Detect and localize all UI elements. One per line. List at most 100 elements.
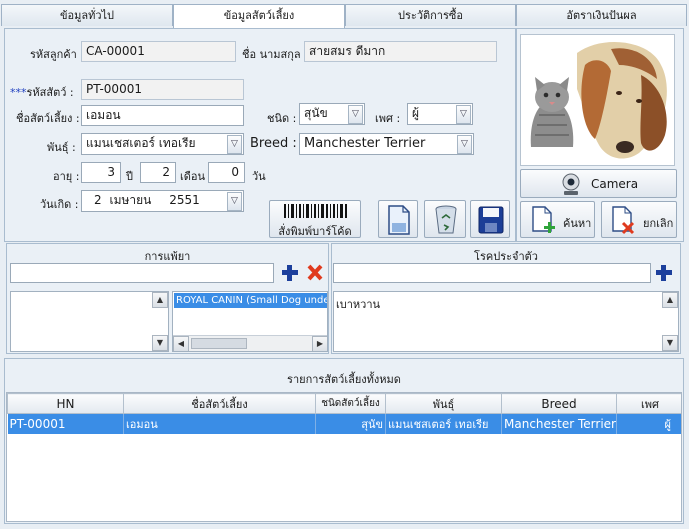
calendar-dropdown-icon[interactable]: ▽: [227, 192, 242, 211]
pet-list-header: HN ชื่อสัตว์เลี้ยง ชนิดสัตว์เลี้ยง พันธุ…: [7, 393, 681, 414]
age-days-input[interactable]: 0: [208, 162, 245, 183]
breed-th-select[interactable]: แมนเชสเตอร์ เทอเรีย ▽: [81, 133, 244, 155]
scroll-left-icon[interactable]: ◀: [173, 336, 189, 351]
tab-dividend-rate[interactable]: อัตราเงินปันผล: [516, 4, 687, 26]
cell-pet-type: สุนัข: [315, 413, 386, 434]
allergy-product-list[interactable]: ROYAL CANIN (Small Dog unde ◀ ▶: [172, 291, 328, 352]
scroll-up-icon[interactable]: ▲: [152, 292, 168, 308]
pet-type-label: ชนิด :: [267, 112, 297, 125]
new-document-button[interactable]: [378, 200, 418, 238]
save-button[interactable]: [470, 200, 510, 238]
pet-list-title: รายการสัตว์เลี้ยงทั้งหมด: [287, 373, 401, 386]
recycle-bin-button[interactable]: [424, 200, 466, 238]
cell-breed-en: Manchester Terrier: [501, 413, 617, 434]
plus-icon: [282, 265, 298, 281]
scroll-down-icon[interactable]: ▼: [662, 335, 678, 351]
close-icon: [307, 264, 323, 281]
document-icon: [388, 205, 410, 235]
recycle-bin-icon: [435, 205, 457, 234]
cell-breed-th: แมนเชสเตอร์ เทอเรีย: [385, 413, 502, 434]
column-header[interactable]: พันธุ์: [385, 393, 502, 414]
camera-label: Camera: [591, 177, 639, 191]
scroll-right-icon[interactable]: ▶: [312, 336, 327, 351]
age-months-input[interactable]: 2: [140, 162, 176, 183]
search-button[interactable]: ค้นหา: [520, 201, 595, 238]
scroll-thumb[interactable]: [191, 338, 247, 349]
birth-year: 2551: [169, 193, 200, 207]
column-header[interactable]: ชื่อสัตว์เลี้ยง: [123, 393, 316, 414]
birth-day: 2: [94, 193, 102, 207]
pet-id-label-text: รหัสสัตว์ :: [26, 86, 74, 99]
disease-list[interactable]: เบาหวาน ▲ ▼: [333, 291, 679, 352]
birth-date-label: วันเกิด :: [40, 198, 79, 211]
allergy-product-item[interactable]: ROYAL CANIN (Small Dog unde: [174, 293, 327, 308]
customer-code-label: รหัสลูกค้า :: [30, 48, 85, 61]
breed-en-label: Breed :: [250, 136, 297, 151]
add-allergy-button[interactable]: [281, 263, 299, 282]
pet-id-label: ***รหัสสัตว์ :: [10, 83, 74, 101]
barcode-icon: [284, 204, 347, 218]
tab-general[interactable]: ข้อมูลทั่วไป: [1, 4, 173, 26]
chevron-down-icon[interactable]: ▽: [457, 135, 472, 154]
pet-sex-value: ผู้: [412, 106, 420, 120]
add-disease-button[interactable]: [655, 263, 673, 282]
cell-sex: ผู้: [616, 413, 681, 434]
table-row[interactable]: PT-00001 เอมอน สุนัข แมนเชสเตอร์ เทอเรีย…: [7, 413, 681, 434]
column-header[interactable]: ชนิดสัตว์เลี้ยง: [315, 393, 386, 414]
pet-photo-illustration: [521, 35, 674, 165]
print-barcode-label: สั่งพิมพ์บาร์โค้ด: [278, 225, 352, 238]
pet-name-label: ชื่อสัตว์เลี้ยง :: [16, 112, 80, 125]
pet-name-input[interactable]: เอมอน: [81, 105, 244, 126]
scroll-down-icon[interactable]: ▼: [152, 335, 168, 351]
search-label: ค้นหา: [563, 217, 592, 230]
customer-code-field[interactable]: CA-00001: [81, 41, 236, 62]
breed-th-value: แมนเชสเตอร์ เทอเรีย: [86, 136, 196, 150]
pet-type-value: สุนัข: [304, 106, 328, 120]
days-unit: วัน: [252, 170, 266, 183]
required-mark: ***: [10, 86, 27, 99]
scroll-up-icon[interactable]: ▲: [662, 292, 678, 308]
cancel-button[interactable]: ยกเลิก: [601, 201, 677, 238]
breed-th-label: พันธุ์ :: [47, 141, 76, 154]
years-unit: ปี: [126, 170, 133, 183]
delete-allergy-button[interactable]: [306, 263, 324, 282]
allergy-list[interactable]: ▲ ▼: [10, 291, 169, 352]
tab-bar: ข้อมูลทั่วไป ข้อมูลสัตว์เลี้ยง ประวัติกา…: [0, 4, 689, 28]
pet-photo: [520, 34, 675, 166]
months-unit: เดือน: [180, 170, 206, 183]
pet-sex-select[interactable]: ผู้ ▽: [407, 103, 473, 125]
horizontal-scrollbar[interactable]: ◀ ▶: [173, 335, 327, 351]
allergy-input[interactable]: [10, 263, 274, 283]
birth-month: เมษายน: [109, 193, 152, 207]
pet-type-select[interactable]: สุนัข ▽: [299, 103, 365, 125]
document-add-icon: [532, 206, 555, 233]
customer-name-label: ชื่อ นามสกุล :: [242, 48, 308, 61]
column-header[interactable]: Breed: [501, 393, 617, 414]
camera-button[interactable]: Camera: [520, 169, 677, 198]
print-barcode-button[interactable]: สั่งพิมพ์บาร์โค้ด: [269, 200, 361, 238]
disease-input[interactable]: [333, 263, 651, 283]
cell-pet-name: เอมอน: [123, 413, 316, 434]
pet-list-grid[interactable]: HN ชื่อสัตว์เลี้ยง ชนิดสัตว์เลี้ยง พันธุ…: [6, 392, 682, 522]
chevron-down-icon[interactable]: ▽: [227, 135, 242, 154]
pet-id-field[interactable]: PT-00001: [81, 79, 244, 100]
disease-item[interactable]: เบาหวาน: [336, 295, 380, 313]
age-years-input[interactable]: 3: [81, 162, 121, 183]
webcam-icon: [562, 173, 580, 195]
column-header[interactable]: HN: [7, 393, 124, 414]
cancel-label: ยกเลิก: [643, 217, 674, 230]
cell-hn: PT-00001: [7, 413, 124, 434]
column-header[interactable]: เพศ: [616, 393, 681, 414]
tab-purchase-history[interactable]: ประวัติการซื้อ: [345, 4, 516, 26]
chevron-down-icon[interactable]: ▽: [456, 105, 471, 124]
chevron-down-icon[interactable]: ▽: [348, 105, 363, 124]
tab-pet-info[interactable]: ข้อมูลสัตว์เลี้ยง: [173, 4, 345, 28]
pet-sex-label: เพศ :: [375, 112, 401, 125]
customer-name-field[interactable]: สายสมร ดีมาก: [304, 41, 497, 62]
breed-en-value: Manchester Terrier: [304, 136, 426, 151]
birth-date-picker[interactable]: 2 เมษายน 2551 ▽: [81, 190, 244, 212]
document-delete-icon: [612, 206, 635, 235]
breed-en-select[interactable]: Manchester Terrier ▽: [299, 133, 474, 155]
floppy-disk-icon: [478, 206, 504, 234]
plus-icon: [656, 265, 672, 281]
